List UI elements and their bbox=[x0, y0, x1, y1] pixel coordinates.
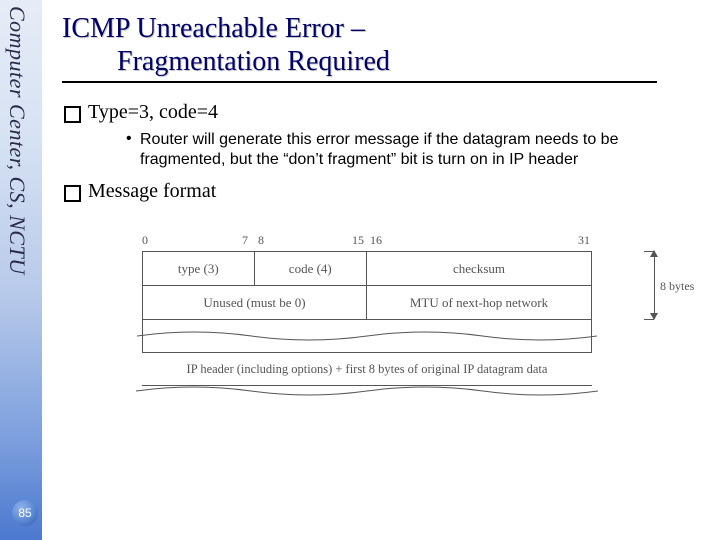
field-mtu: MTU of next-hop network bbox=[367, 286, 591, 320]
bit-label-15: 15 bbox=[352, 233, 364, 248]
packet-row-1: type (3) code (4) checksum bbox=[143, 252, 591, 286]
bit-label-7: 7 bbox=[242, 233, 248, 248]
page-number-badge: 85 bbox=[12, 500, 38, 526]
field-type: type (3) bbox=[143, 252, 255, 286]
icmp-packet-diagram: 0 7 8 15 16 31 type (3) code (4) checksu… bbox=[142, 233, 642, 396]
subbullet-router-desc: Router will generate this error message … bbox=[128, 130, 702, 170]
bit-label-0: 0 bbox=[142, 233, 148, 248]
brace-vertical bbox=[654, 251, 655, 319]
bit-label-31: 31 bbox=[578, 233, 590, 248]
packet-gap bbox=[142, 320, 592, 352]
bullet-message-format-text: Message format bbox=[88, 180, 216, 202]
tear-line-bottom bbox=[136, 386, 598, 396]
eight-bytes-brace: 8 bytes bbox=[644, 251, 698, 319]
bit-label-8: 8 bbox=[258, 233, 264, 248]
slide-content: ICMP Unreachable Error – Fragmentation R… bbox=[62, 12, 702, 396]
title-rule bbox=[62, 81, 657, 83]
packet-row-3: IP header (including options) + first 8 … bbox=[142, 352, 592, 386]
brace-arrow-down-icon bbox=[650, 313, 658, 320]
packet-rows-1-2: type (3) code (4) checksum Unused (must … bbox=[142, 251, 592, 320]
slide-title: ICMP Unreachable Error – Fragmentation R… bbox=[62, 12, 702, 78]
field-code: code (4) bbox=[255, 252, 368, 286]
bullet-type-code-text: Type=3, code=4 bbox=[88, 101, 218, 123]
field-unused: Unused (must be 0) bbox=[143, 286, 367, 320]
packet-row-2: Unused (must be 0) MTU of next-hop netwo… bbox=[143, 286, 591, 320]
field-ip-header-plus-8: IP header (including options) + first 8 … bbox=[142, 353, 592, 386]
brace-tick-top bbox=[644, 251, 654, 252]
sidebar: Computer Center, CS, NCTU bbox=[0, 0, 42, 540]
bit-label-16: 16 bbox=[370, 233, 382, 248]
title-line-2: Fragmentation Required bbox=[62, 46, 390, 77]
field-checksum: checksum bbox=[367, 252, 591, 286]
bullet-type-code: Type=3, code=4 Router will generate this… bbox=[62, 101, 702, 170]
title-line-1: ICMP Unreachable Error – bbox=[62, 13, 365, 44]
tear-line-top bbox=[137, 331, 597, 341]
sidebar-org-text: Computer Center, CS, NCTU bbox=[4, 6, 30, 275]
bullet-message-format: Message format bbox=[62, 180, 702, 203]
bit-ruler: 0 7 8 15 16 31 bbox=[142, 233, 642, 251]
slide-body: Type=3, code=4 Router will generate this… bbox=[62, 101, 702, 396]
brace-label: 8 bytes bbox=[660, 279, 694, 294]
